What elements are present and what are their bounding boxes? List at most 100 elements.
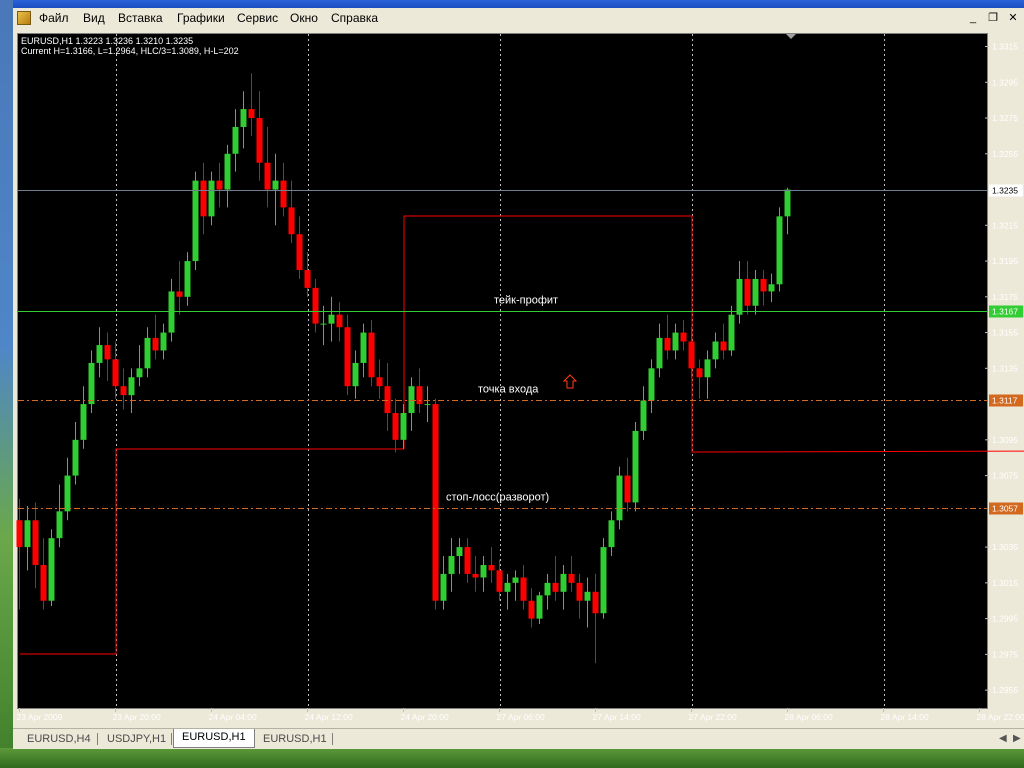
y-tick-label: 1.3015 xyxy=(992,578,1018,588)
candle-body xyxy=(208,180,215,217)
candle-body xyxy=(368,332,375,378)
candle-body xyxy=(448,556,455,574)
candle-body xyxy=(392,413,399,440)
stop-loss-price-label: 1.3057 xyxy=(992,504,1018,514)
candle-body xyxy=(144,337,151,369)
candle-body xyxy=(632,430,639,503)
x-tick-label: 24 Apr 04:00 xyxy=(209,712,257,722)
x-tick-label: 28 Apr 14:00 xyxy=(881,712,929,722)
chart-tabs: EURUSD,H4 USDJPY,H1 EURUSD,H1 EURUSD,H1 … xyxy=(13,728,1024,749)
tab-usdjpy-h1[interactable]: USDJPY,H1 xyxy=(99,731,174,747)
axes: 1.3315 1.3295 1.3275 1.3255 1.3215 1.3195 1.31… xyxy=(17,42,1024,722)
candle-body xyxy=(400,413,407,440)
metatrader-window: Файл Вид Вставка Графики Сервис Окно Спр… xyxy=(0,0,1024,768)
candle-body xyxy=(664,337,671,351)
candle-body xyxy=(96,345,103,363)
current-price-label: 1.3235 xyxy=(992,186,1018,196)
candle-body xyxy=(608,520,615,548)
candle-body xyxy=(728,314,735,351)
candle-body xyxy=(512,577,519,583)
stop-loss-annotation: стоп-лосс(разворот) xyxy=(446,492,549,504)
candle-body xyxy=(640,400,647,431)
levels[interactable]: тейк-профит 1.3167 точка входа 1.3117 стоп-л… xyxy=(18,184,1023,515)
tab-eurusd-h4[interactable]: EURUSD,H4 xyxy=(19,731,99,747)
x-tick-label: 24 Apr 20:00 xyxy=(401,712,449,722)
x-tick-label: 27 Apr 06:00 xyxy=(497,712,545,722)
y-tick-label: 1.2955 xyxy=(992,685,1018,695)
candle-body xyxy=(136,368,143,378)
candle-body xyxy=(312,287,319,324)
candle-body xyxy=(472,573,479,578)
y-tick-label: 1.3315 xyxy=(992,42,1018,52)
candle-body xyxy=(592,591,599,614)
candle-body xyxy=(432,404,439,601)
tab-eurusd-h1-active[interactable]: EURUSD,H1 xyxy=(173,729,255,748)
candle-body xyxy=(672,332,679,351)
candle-body xyxy=(328,314,335,324)
candle-body xyxy=(712,341,719,360)
y-tick-label: 1.3175 xyxy=(992,292,1018,302)
candle-body xyxy=(760,278,767,292)
candle-body xyxy=(56,511,63,539)
x-tick-label: 24 Apr 12:00 xyxy=(305,712,353,722)
candle-body xyxy=(688,341,695,369)
candle-body xyxy=(560,573,567,592)
candle-body xyxy=(344,327,351,387)
up-arrow-icon[interactable] xyxy=(562,374,578,389)
candle-body xyxy=(488,564,495,571)
candle-body xyxy=(216,180,223,190)
x-tick-label: 27 Apr 14:00 xyxy=(593,712,641,722)
candle-body xyxy=(568,573,575,583)
candle-body xyxy=(408,386,415,414)
candle-body xyxy=(48,538,55,601)
candle-body xyxy=(480,564,487,578)
y-tick-label: 1.3135 xyxy=(992,363,1018,373)
candle-body xyxy=(520,577,527,601)
candle-body xyxy=(736,278,743,315)
shift-marker-icon[interactable] xyxy=(786,34,796,39)
chart-info-line2: Current H=1.3166, L=1.2964, HLC/3=1.3089… xyxy=(21,46,239,56)
candle-body xyxy=(456,547,463,557)
scroll-right-icon[interactable]: ▶ xyxy=(1013,733,1021,744)
scroll-left-icon[interactable]: ◀ xyxy=(999,733,1007,744)
candle-body xyxy=(248,109,255,119)
candle-body xyxy=(224,153,231,190)
price-chart[interactable]: тейк-профит 1.3167 точка входа 1.3117 стоп-л… xyxy=(0,0,1024,768)
candle-body xyxy=(552,582,559,592)
candle-body xyxy=(384,386,391,414)
candle-body xyxy=(160,332,167,351)
candle-body xyxy=(184,261,191,297)
tab-eurusd-h1[interactable]: EURUSD,H1 xyxy=(255,731,335,747)
candle-body xyxy=(296,234,303,270)
candle-body xyxy=(360,332,367,363)
y-tick-label: 1.3195 xyxy=(992,256,1018,266)
entry-price-label: 1.3117 xyxy=(992,396,1018,406)
candle-body xyxy=(72,439,79,476)
candle-body xyxy=(80,404,87,440)
entry-annotation: точка входа xyxy=(478,384,539,396)
y-tick-label: 1.3255 xyxy=(992,149,1018,159)
candle-body xyxy=(656,337,663,369)
tab-separator xyxy=(332,733,333,745)
candle-body xyxy=(256,118,263,163)
candle-body xyxy=(464,547,471,574)
x-tick-label: 28 Apr 22:00 xyxy=(977,712,1024,722)
take-profit-price-label: 1.3167 xyxy=(992,307,1018,317)
candle-body xyxy=(176,291,183,297)
x-tick-label: 23 Apr 20:00 xyxy=(113,712,161,722)
candle-body xyxy=(576,582,583,601)
take-profit-annotation: тейк-профит xyxy=(494,295,558,307)
candle-body xyxy=(352,362,359,387)
candle-body xyxy=(704,359,711,378)
candle-body xyxy=(192,180,199,262)
candle-body xyxy=(696,368,703,378)
y-tick-label: 1.2975 xyxy=(992,649,1018,659)
candle-body xyxy=(288,207,295,235)
candle-body xyxy=(64,475,71,512)
candle-body xyxy=(416,386,423,405)
tab-separator xyxy=(97,733,98,745)
candle-body xyxy=(40,564,47,601)
candle-body xyxy=(768,284,775,292)
tab-separator xyxy=(171,733,172,745)
candle-body xyxy=(720,341,727,351)
